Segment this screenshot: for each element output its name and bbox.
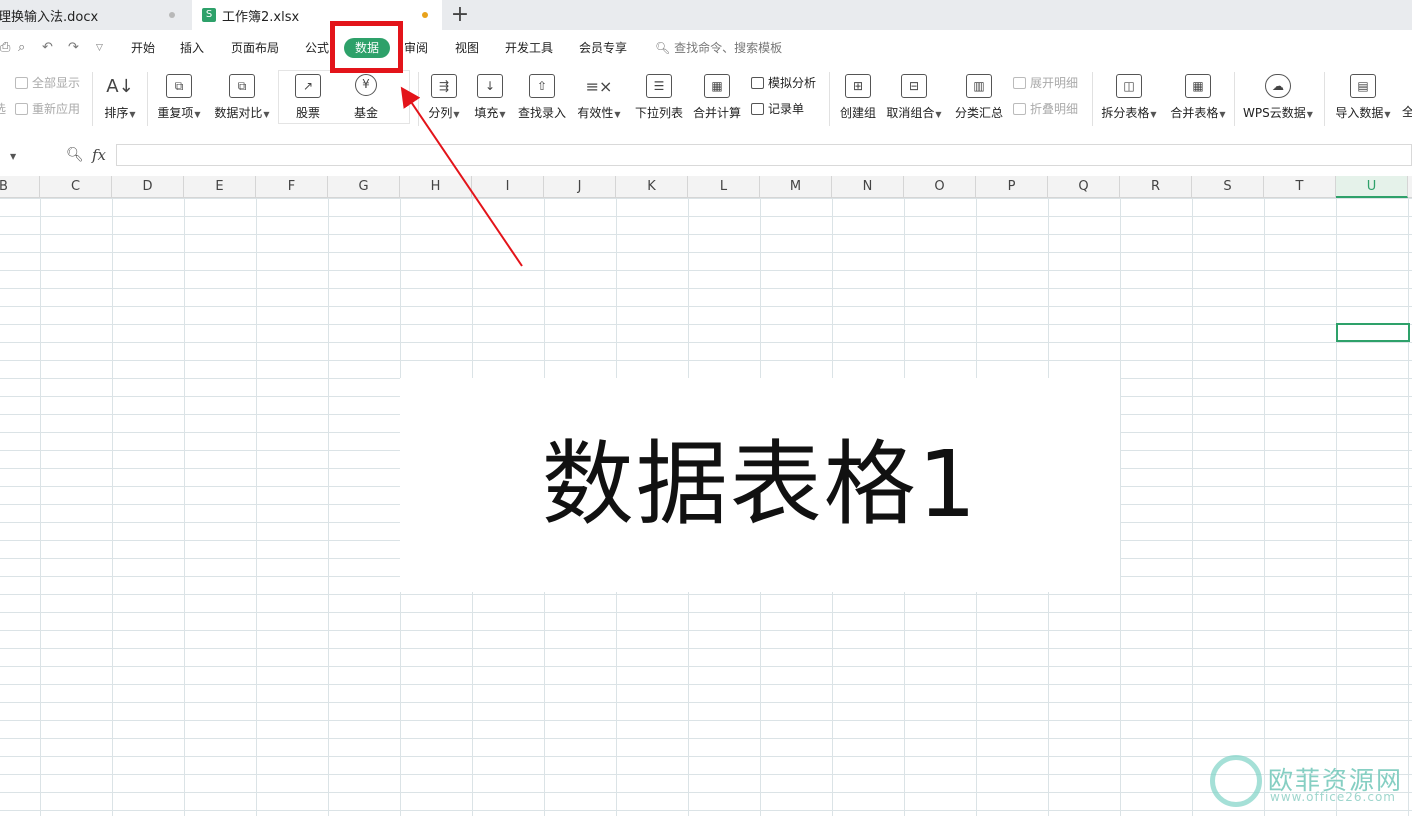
arrow-line [400,86,523,267]
watermark-url: www.office26.com [1270,790,1396,804]
annotation-arrow [400,86,523,267]
watermark-logo [1210,755,1262,807]
